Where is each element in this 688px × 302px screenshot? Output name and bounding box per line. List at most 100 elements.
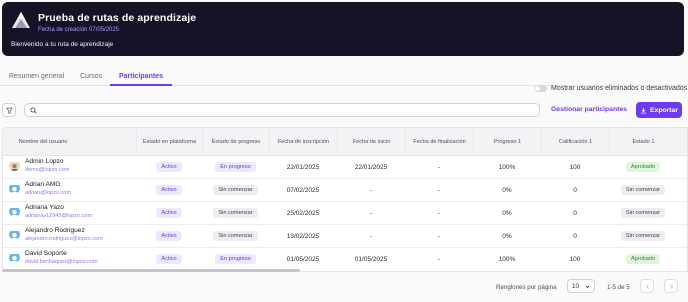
grade-value: 100 bbox=[569, 163, 581, 171]
download-icon bbox=[641, 107, 646, 114]
user-name: Alejandro Rodriguez bbox=[25, 227, 85, 234]
export-button[interactable]: Exportar bbox=[636, 102, 682, 118]
avatar bbox=[9, 229, 20, 241]
user-email: david.benhaques@lopzo.com bbox=[25, 258, 98, 265]
col-progress-state[interactable]: Estado de progreso bbox=[202, 128, 269, 156]
col-progress[interactable]: Progreso 1 bbox=[473, 128, 541, 156]
platform-status-badge: Activo bbox=[156, 254, 182, 264]
filter-button[interactable] bbox=[2, 103, 16, 117]
grade-value: 100 bbox=[569, 255, 581, 263]
table-row[interactable]: Alejandro Rodriguez alejandro.rodriguez@… bbox=[3, 225, 687, 248]
creation-date: Fecha de creación 07/05/2025 bbox=[38, 27, 120, 33]
filter-icon bbox=[5, 107, 13, 114]
result-status-badge: Sin comenzar bbox=[620, 231, 666, 241]
chevron-left-icon bbox=[645, 283, 649, 289]
platform-status-badge: Activo bbox=[156, 208, 182, 218]
avatar bbox=[9, 252, 20, 264]
user-email: adrian@lopzo.com bbox=[25, 189, 71, 196]
col-platform-state[interactable]: Estado en plataforma bbox=[136, 128, 202, 156]
scrollbar-thumb[interactable] bbox=[2, 269, 300, 272]
enrollment-date: 13/02/2025 bbox=[286, 232, 320, 240]
progress-status-badge: Sin comenzar bbox=[213, 208, 258, 218]
page: Prueba de rutas de aprendizaje Fecha de … bbox=[0, 0, 688, 302]
platform-status-badge: Activo bbox=[156, 162, 182, 172]
progress-value: 0% bbox=[502, 232, 512, 240]
grade-value: 0 bbox=[573, 209, 577, 217]
progress-status-badge: En progreso bbox=[215, 254, 256, 264]
col-status[interactable]: Estado 1 bbox=[609, 128, 677, 156]
start-date: 22/01/2025 bbox=[354, 163, 388, 171]
next-page-button[interactable] bbox=[664, 279, 678, 293]
user-email: alejandro.rodriguez@lopzo.com bbox=[25, 235, 103, 242]
end-date: - bbox=[437, 232, 441, 240]
col-user-name[interactable]: Nombre del usuario bbox=[3, 128, 83, 156]
avatar bbox=[9, 183, 20, 195]
progress-status-badge: En progreso bbox=[215, 162, 256, 172]
search-box[interactable] bbox=[24, 103, 540, 117]
active-tab-indicator bbox=[110, 84, 172, 86]
grade-value: 0 bbox=[573, 186, 577, 194]
enrollment-date: 07/02/2025 bbox=[286, 186, 320, 194]
table-row[interactable]: Admin Lopzo demo@lopzo.com Activo En pro… bbox=[3, 156, 687, 179]
tab-courses[interactable]: Cursos bbox=[80, 73, 102, 80]
chevron-down-icon bbox=[585, 285, 590, 289]
manage-participants-link[interactable]: Gestionar participantes bbox=[551, 106, 627, 113]
progress-status-badge: Sin comenzar bbox=[213, 231, 258, 241]
rows-per-page-value: 10 bbox=[572, 282, 579, 290]
grade-value: 0 bbox=[573, 232, 577, 240]
course-banner: Prueba de rutas de aprendizaje Fecha de … bbox=[2, 2, 684, 56]
end-date: - bbox=[437, 186, 441, 194]
rows-per-page-select[interactable]: 10 bbox=[567, 279, 595, 293]
pagination-range: 1-5 de 5 bbox=[607, 284, 630, 291]
show-deleted-toggle[interactable] bbox=[534, 85, 547, 92]
progress-value: 100% bbox=[498, 163, 516, 171]
end-date: - bbox=[437, 209, 441, 217]
search-input[interactable] bbox=[41, 105, 531, 115]
platform-status-badge: Activo bbox=[156, 231, 182, 241]
enrollment-date: 01/05/2025 bbox=[286, 255, 320, 263]
user-name: David Soporte bbox=[25, 250, 67, 257]
user-cell: Admin Lopzo demo@lopzo.com bbox=[9, 158, 69, 173]
avatar bbox=[9, 160, 20, 172]
start-date: 01/05/2025 bbox=[354, 255, 388, 263]
table-row[interactable]: Adrian AMG adrian@lopzo.com Activo Sin c… bbox=[3, 179, 687, 202]
course-title: Prueba de rutas de aprendizaje bbox=[38, 12, 197, 24]
progress-value: 0% bbox=[502, 186, 512, 194]
chevron-right-icon bbox=[669, 283, 673, 289]
end-date: - bbox=[437, 255, 441, 263]
user-cell: Adriana Yazo adrianay12345@lopzo.com bbox=[9, 204, 92, 219]
platform-status-badge: Activo bbox=[156, 185, 182, 195]
export-label: Exportar bbox=[650, 106, 678, 114]
enrollment-date: 25/02/2025 bbox=[286, 209, 320, 217]
show-deleted-label: Mostrar usuarios eliminados o desactivad… bbox=[551, 85, 688, 92]
tab-participants[interactable]: Participantes bbox=[119, 73, 163, 80]
prev-page-button[interactable] bbox=[640, 279, 654, 293]
result-status-badge: Aprobado bbox=[625, 254, 661, 264]
start-date: - bbox=[369, 186, 373, 194]
result-status-badge: Aprobado bbox=[625, 162, 661, 172]
col-grade[interactable]: Calificación 1 bbox=[541, 128, 609, 156]
search-icon bbox=[30, 107, 37, 114]
show-deleted-toggle-row: Mostrar usuarios eliminados o desactivad… bbox=[534, 85, 687, 92]
user-name: Adrian AMG bbox=[25, 181, 61, 188]
col-end-date[interactable]: Fecha de finalización bbox=[405, 128, 473, 156]
result-status-badge: Sin comenzar bbox=[620, 208, 666, 218]
table-row[interactable]: Adriana Yazo adrianay12345@lopzo.com Act… bbox=[3, 202, 687, 225]
user-email: demo@lopzo.com bbox=[25, 166, 70, 173]
col-enrollment-date[interactable]: Fecha de inscripción bbox=[269, 128, 337, 156]
tab-bar: Resumen general Cursos Participantes bbox=[0, 70, 688, 86]
user-name: Admin Lopzo bbox=[25, 158, 64, 165]
table-header: Nombre del usuario Estado en plataforma … bbox=[3, 128, 687, 156]
horizontal-scrollbar[interactable] bbox=[2, 268, 688, 272]
progress-value: 100% bbox=[498, 255, 516, 263]
end-date: - bbox=[437, 163, 441, 171]
start-date: - bbox=[369, 232, 373, 240]
result-status-badge: Sin comenzar bbox=[620, 185, 666, 195]
user-cell: David Soporte david.benhaques@lopzo.com bbox=[9, 250, 98, 265]
progress-status-badge: Sin comenzar bbox=[213, 185, 258, 195]
enrollment-date: 22/01/2025 bbox=[286, 163, 320, 171]
participants-table: Nombre del usuario Estado en plataforma … bbox=[2, 127, 688, 272]
tab-overview[interactable]: Resumen general bbox=[9, 73, 64, 80]
rows-per-page-label: Renglones por página bbox=[496, 284, 557, 291]
col-start-date[interactable]: Fecha de inicio bbox=[337, 128, 405, 156]
